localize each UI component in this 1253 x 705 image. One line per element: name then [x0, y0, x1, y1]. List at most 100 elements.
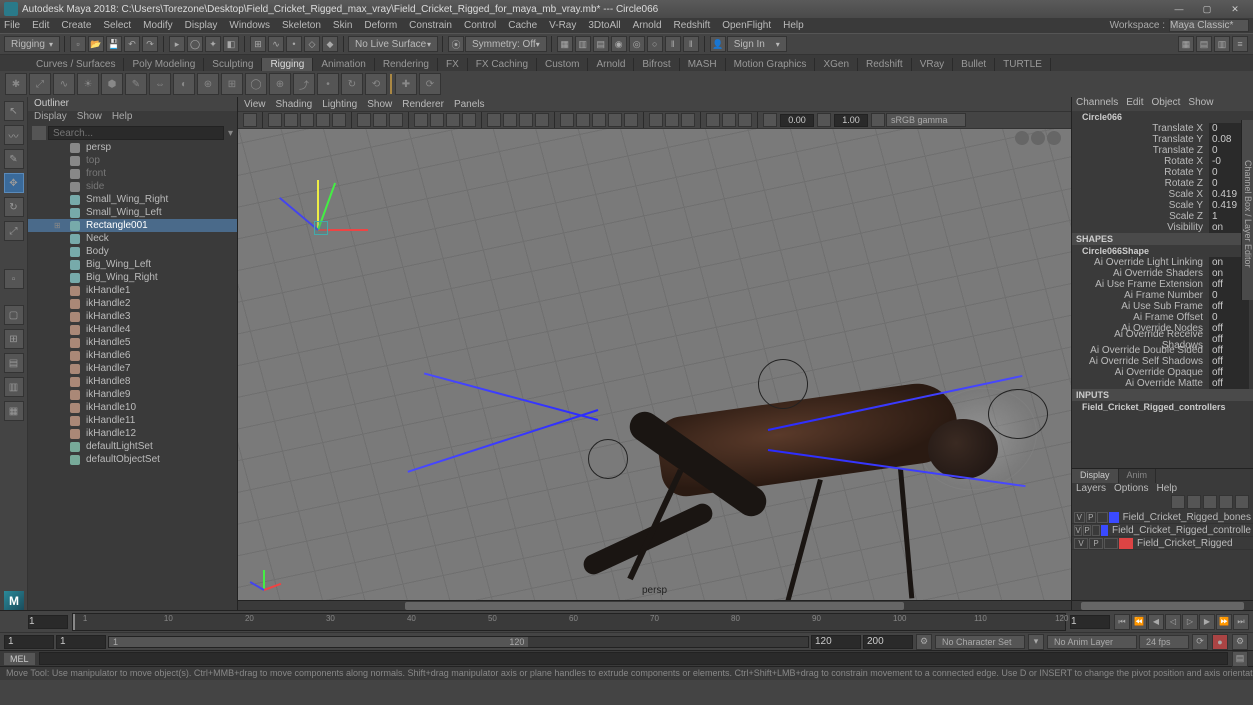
vp-t14[interactable]: [503, 113, 517, 127]
viewport-scrollbar[interactable]: [238, 600, 1071, 610]
ico-f[interactable]: ○: [647, 36, 663, 52]
channel-row[interactable]: Ai Override Light Linkingon: [1072, 257, 1253, 268]
range-slider-track[interactable]: 1120: [108, 636, 809, 648]
four-view-icon[interactable]: ⊞: [4, 329, 24, 349]
orient-icon[interactable]: ↻: [341, 73, 363, 95]
layout-icon-1[interactable]: ▦: [1178, 36, 1194, 52]
menu-help[interactable]: Help: [783, 20, 804, 31]
anim-layer-dropdown[interactable]: No Anim Layer: [1047, 635, 1137, 649]
layers-tab-display[interactable]: Display: [1072, 469, 1119, 483]
vp-t2[interactable]: [284, 113, 298, 127]
vp-t8[interactable]: [389, 113, 403, 127]
ico-c[interactable]: ▤: [593, 36, 609, 52]
vp-t12[interactable]: [462, 113, 476, 127]
shelf-tab-animation[interactable]: Animation: [313, 58, 374, 71]
layers-menu-options[interactable]: Options: [1114, 483, 1148, 495]
live-surface-dropdown[interactable]: No Live Surface: [348, 36, 438, 52]
outliner-item[interactable]: Neck: [28, 232, 237, 245]
vp-t18[interactable]: [576, 113, 590, 127]
ico-d[interactable]: ◉: [611, 36, 627, 52]
channel-row[interactable]: Rotate Y0: [1072, 167, 1253, 178]
ico-e[interactable]: ◎: [629, 36, 645, 52]
outliner-list[interactable]: persptopfrontsideSmall_Wing_RightSmall_W…: [28, 141, 237, 610]
layers-menu[interactable]: Layers Options Help: [1072, 483, 1253, 495]
mode-dropdown[interactable]: Rigging: [4, 36, 60, 52]
ico-b[interactable]: ▥: [575, 36, 591, 52]
shelf-tabs[interactable]: Curves / SurfacesPoly ModelingSculptingR…: [0, 55, 1253, 71]
shelf-tab-curves-surfaces[interactable]: Curves / Surfaces: [28, 58, 124, 71]
shelf-tab-custom[interactable]: Custom: [537, 58, 588, 71]
shelf-tab-rendering[interactable]: Rendering: [375, 58, 438, 71]
vp-gamma-icon[interactable]: [817, 113, 831, 127]
vp-t25[interactable]: [706, 113, 720, 127]
range-start-inner[interactable]: [56, 635, 106, 649]
step-fwd-key-icon[interactable]: ⏩: [1216, 614, 1232, 630]
vp-menu-shading[interactable]: Shading: [276, 99, 313, 110]
outliner-item[interactable]: Small_Wing_Right: [28, 193, 237, 206]
snap-curve-icon[interactable]: ∿: [268, 36, 284, 52]
outliner-item[interactable]: ikHandle5: [28, 336, 237, 349]
shelf-tab-mash[interactable]: MASH: [680, 58, 726, 71]
ch-menu-edit[interactable]: Edit: [1126, 97, 1143, 111]
outliner-menu-help[interactable]: Help: [112, 111, 133, 125]
vp-t17[interactable]: [560, 113, 574, 127]
channel-row[interactable]: Translate Z0: [1072, 145, 1253, 156]
snap-plane-icon[interactable]: ◇: [304, 36, 320, 52]
vp-t20[interactable]: [608, 113, 622, 127]
vp-exposure-field[interactable]: [780, 114, 814, 127]
vp-exposure-icon[interactable]: [763, 113, 777, 127]
vp-t26[interactable]: [722, 113, 736, 127]
layers-menu-layers[interactable]: Layers: [1076, 483, 1106, 495]
outliner-filter-icon[interactable]: [32, 126, 46, 140]
loop-icon[interactable]: ⟳: [1192, 634, 1208, 650]
channel-row[interactable]: Rotate Z0: [1072, 178, 1253, 189]
parent-icon[interactable]: ⤴: [293, 73, 315, 95]
menu-3dtoall[interactable]: 3DtoAll: [588, 20, 620, 31]
ch-menu-object[interactable]: Object: [1152, 97, 1181, 111]
tweak-icon[interactable]: ◧: [223, 36, 239, 52]
menu-v-ray[interactable]: V-Ray: [549, 20, 576, 31]
open-scene-icon[interactable]: 📂: [88, 36, 104, 52]
goto-start-icon[interactable]: ⏮: [1114, 614, 1130, 630]
outliner-item[interactable]: ikHandle3: [28, 310, 237, 323]
play-fwd-icon[interactable]: ▷: [1182, 614, 1198, 630]
channel-row[interactable]: Visibilityon: [1072, 222, 1253, 233]
outliner-item[interactable]: front: [28, 167, 237, 180]
range-end-inner[interactable]: [811, 635, 861, 649]
workspace-selector[interactable]: Workspace :: [1110, 18, 1249, 32]
symmetry-dropdown[interactable]: Symmetry: Off: [465, 36, 547, 52]
step-back-key-icon[interactable]: ⏪: [1131, 614, 1147, 630]
paint-tool-icon[interactable]: ✎: [4, 149, 24, 169]
shelf-tab-rigging[interactable]: Rigging: [262, 58, 313, 71]
outliner-item[interactable]: ikHandle7: [28, 362, 237, 375]
shelf-tab-fx-caching[interactable]: FX Caching: [468, 58, 537, 71]
layout-icon-4[interactable]: ≡: [1232, 36, 1248, 52]
channel-row[interactable]: Translate Y0.08: [1072, 134, 1253, 145]
outliner-menu[interactable]: DisplayShowHelp: [28, 111, 237, 125]
vp-menu-lighting[interactable]: Lighting: [322, 99, 357, 110]
vp-menu-view[interactable]: View: [244, 99, 266, 110]
menu-constrain[interactable]: Constrain: [409, 20, 452, 31]
extra-icon[interactable]: ⟳: [419, 73, 441, 95]
menu-openflight[interactable]: OpenFlight: [722, 20, 771, 31]
layers-menu-help[interactable]: Help: [1156, 483, 1177, 495]
menu-display[interactable]: Display: [185, 20, 218, 31]
vp-t22[interactable]: [649, 113, 663, 127]
range-start-outer[interactable]: [4, 635, 54, 649]
shelf-tab-redshift[interactable]: Redshift: [858, 58, 912, 71]
channel-row[interactable]: Ai Override Double Sidedoff: [1072, 345, 1253, 356]
inputs-node-name[interactable]: Field_Cricket_Rigged_controllers: [1072, 401, 1253, 413]
vp-t13[interactable]: [487, 113, 501, 127]
cluster-icon[interactable]: ⊛: [197, 73, 219, 95]
channel-row[interactable]: Ai Override Matteoff: [1072, 378, 1253, 389]
range-end-outer[interactable]: [863, 635, 913, 649]
shelf-icons[interactable]: ✱ ⤢ ∿ ☀ ⬢ ✎ ⇔ ◐ ⊛ ⊞ ◯ ⊕ ⤴ • ↻ ⟲ ✚ ⟳: [0, 71, 1253, 97]
menu-cache[interactable]: Cache: [508, 20, 537, 31]
vp-t10[interactable]: [430, 113, 444, 127]
menu-redshift[interactable]: Redshift: [674, 20, 711, 31]
lattice-icon[interactable]: ⊞: [221, 73, 243, 95]
outliner-item[interactable]: ⊞Rectangle001: [28, 219, 237, 232]
outliner-item[interactable]: ikHandle1: [28, 284, 237, 297]
outliner-item[interactable]: ikHandle10: [28, 401, 237, 414]
character-set-dropdown[interactable]: No Character Set: [935, 635, 1025, 649]
